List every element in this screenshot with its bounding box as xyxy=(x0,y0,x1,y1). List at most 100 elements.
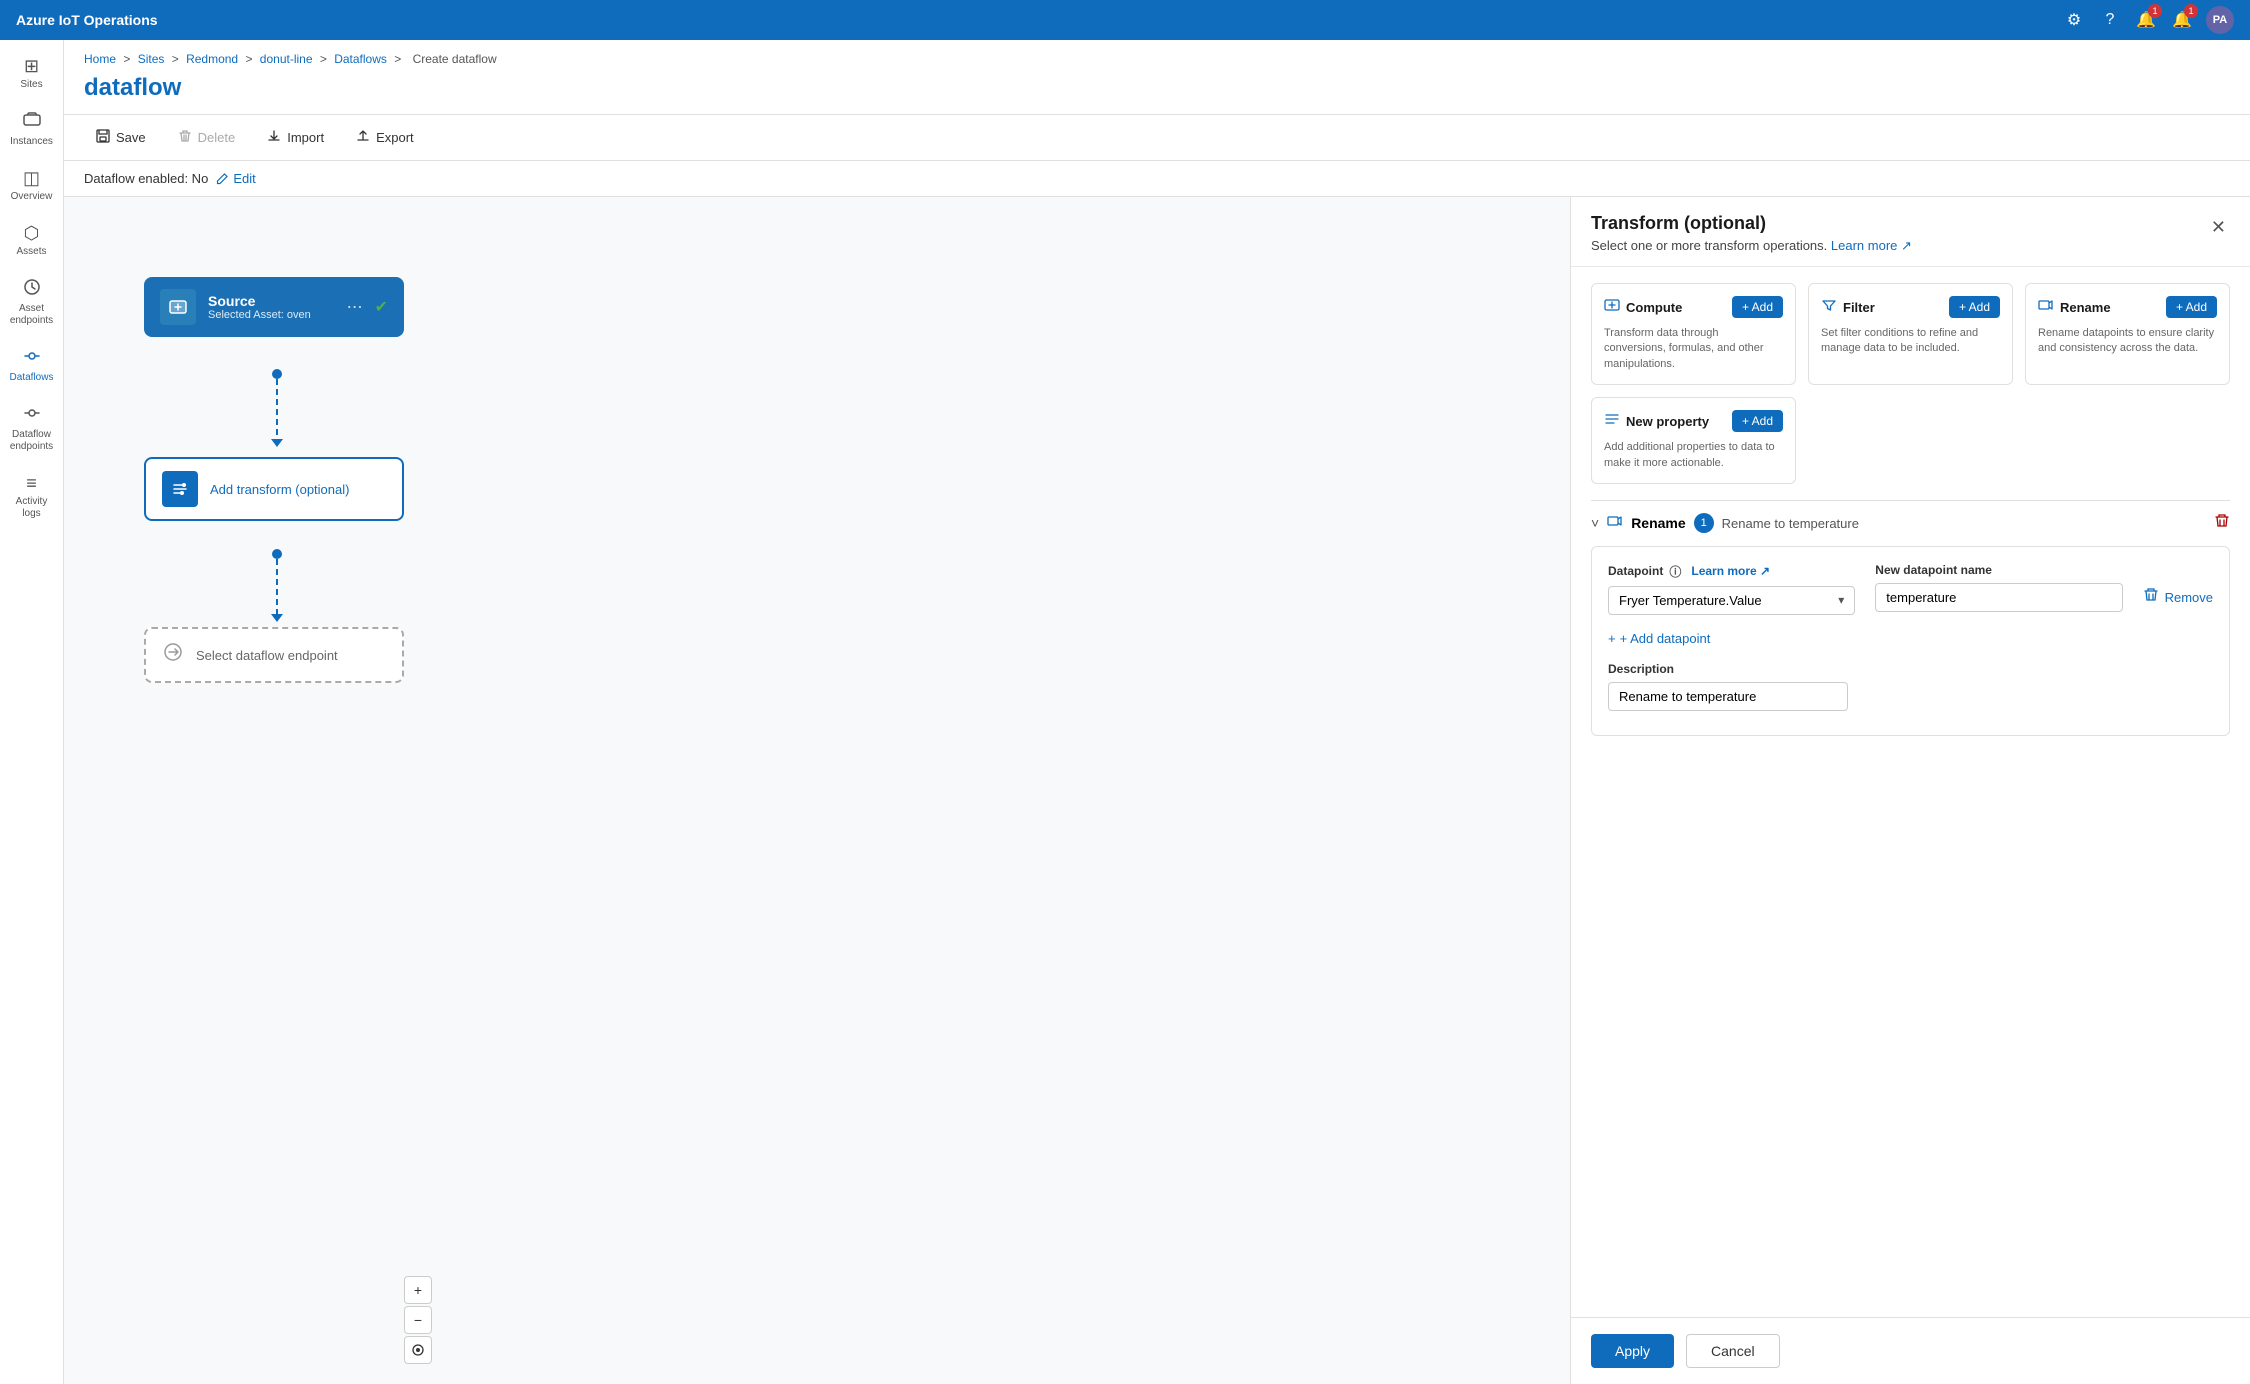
add-datapoint-button[interactable]: + + Add datapoint xyxy=(1608,631,1710,646)
breadcrumb-redmond[interactable]: Redmond xyxy=(186,52,238,66)
transform-options: Compute + Add Transform data through con… xyxy=(1571,267,2250,500)
datapoint-info-icon[interactable]: ⓘ xyxy=(1669,563,1681,580)
sidebar-item-dataflows-label: Dataflows xyxy=(10,372,54,384)
transform-node-icon xyxy=(162,471,198,507)
sidebar-item-dataflow-endpoints-label: Dataflow endpoints xyxy=(6,429,58,453)
description-field-group: Description xyxy=(1608,662,2213,711)
cancel-button[interactable]: Cancel xyxy=(1686,1334,1780,1368)
main-content: Home > Sites > Redmond > donut-line > Da… xyxy=(64,40,2250,1384)
delete-icon xyxy=(178,129,192,146)
avatar[interactable]: PA xyxy=(2206,6,2234,34)
import-button[interactable]: Import xyxy=(255,123,336,152)
transform-node[interactable]: Add transform (optional) xyxy=(144,457,404,521)
sidebar-item-overview[interactable]: ◫ Overview xyxy=(2,160,62,211)
new-property-desc: Add additional properties to data to mak… xyxy=(1604,440,1783,471)
panel-close-button[interactable]: ✕ xyxy=(2207,213,2230,242)
notification1-icon[interactable]: 🔔 1 xyxy=(2134,8,2158,32)
panel-title: Transform (optional) xyxy=(1591,213,1912,234)
top-nav: Azure IoT Operations ⚙ ? 🔔 1 🔔 1 PA xyxy=(0,0,2250,40)
datapoint-field-row: Datapoint ⓘ Learn more ↗ Fryer Temperatu… xyxy=(1608,563,2213,615)
page-header: dataflow xyxy=(64,70,2250,114)
filter-desc: Set filter conditions to refine and mana… xyxy=(1821,326,2000,357)
new-property-add-button[interactable]: + Add xyxy=(1732,410,1783,432)
apply-button[interactable]: Apply xyxy=(1591,1334,1674,1368)
filter-title-row: Filter xyxy=(1821,297,1875,318)
remove-button[interactable]: Remove xyxy=(2143,563,2213,608)
zoom-in-button[interactable]: + xyxy=(404,1276,432,1304)
connector-line1 xyxy=(276,379,278,439)
sites-icon: ⊞ xyxy=(24,56,39,77)
rename-body: Datapoint ⓘ Learn more ↗ Fryer Temperatu… xyxy=(1591,546,2230,736)
overview-icon: ◫ xyxy=(23,168,40,189)
new-name-input[interactable] xyxy=(1875,583,2122,612)
rename-card-header: Rename + Add xyxy=(2038,296,2217,318)
sidebar-item-dataflow-endpoints[interactable]: Dataflow endpoints xyxy=(2,396,62,461)
compute-add-button[interactable]: + Add xyxy=(1732,296,1783,318)
breadcrumb-donut-line[interactable]: donut-line xyxy=(260,52,313,66)
rename-delete-button[interactable] xyxy=(2214,513,2230,534)
compute-icon xyxy=(1604,297,1620,318)
flow-canvas[interactable]: Source Selected Asset: oven ⋯ ✔ xyxy=(64,197,1570,1384)
connector-line2 xyxy=(276,559,278,614)
source-node-menu[interactable]: ⋯ xyxy=(347,297,363,317)
sidebar-item-assets[interactable]: ⬡ Assets xyxy=(2,215,62,266)
new-name-label-text: New datapoint name xyxy=(1875,563,1992,577)
instances-icon xyxy=(23,111,41,134)
connector1 xyxy=(271,369,283,447)
breadcrumb-home[interactable]: Home xyxy=(84,52,116,66)
rename-section-title: Rename xyxy=(1631,515,1685,531)
source-node-content: Source Selected Asset: oven xyxy=(208,293,335,321)
filter-title: Filter xyxy=(1843,300,1875,315)
breadcrumb-dataflows[interactable]: Dataflows xyxy=(334,52,387,66)
datapoint-label-text: Datapoint xyxy=(1608,564,1663,578)
source-node-check: ✔ xyxy=(375,297,388,317)
rename-chevron-icon[interactable]: ˅ xyxy=(1591,515,1599,531)
notification2-icon[interactable]: 🔔 1 xyxy=(2170,8,2194,32)
panel-subtitle-text: Select one or more transform operations. xyxy=(1591,238,1827,253)
status-bar: Dataflow enabled: No Edit xyxy=(64,161,2250,197)
endpoint-node-title: Select dataflow endpoint xyxy=(196,648,338,663)
remove-icon xyxy=(2143,587,2159,608)
delete-button[interactable]: Delete xyxy=(166,123,248,152)
datapoint-dropdown[interactable]: Fryer Temperature.Value ▾ xyxy=(1608,586,1855,615)
connector-arrow2 xyxy=(271,614,283,622)
dataflow-endpoints-icon xyxy=(23,404,41,427)
datapoint-dropdown-value: Fryer Temperature.Value xyxy=(1619,593,1762,608)
new-name-field-group: New datapoint name xyxy=(1875,563,2122,612)
sidebar-item-sites[interactable]: ⊞ Sites xyxy=(2,48,62,99)
connector2 xyxy=(271,549,283,622)
sidebar-item-activity-logs[interactable]: ≡ Activity logs xyxy=(2,465,62,528)
new-property-icon xyxy=(1604,411,1620,432)
sidebar-item-dataflows[interactable]: Dataflows xyxy=(2,339,62,392)
rename-add-button[interactable]: + Add xyxy=(2166,296,2217,318)
fit-button[interactable] xyxy=(404,1336,432,1364)
datapoint-learn-more-link[interactable]: Learn more ↗ xyxy=(1691,564,1770,578)
notification2-badge: 1 xyxy=(2184,4,2198,18)
zoom-out-button[interactable]: − xyxy=(404,1306,432,1334)
source-node[interactable]: Source Selected Asset: oven ⋯ ✔ xyxy=(144,277,404,337)
new-property-card: New property + Add Add additional proper… xyxy=(1591,397,1796,484)
sidebar-item-asset-endpoints[interactable]: Asset endpoints xyxy=(2,270,62,335)
breadcrumb-sites[interactable]: Sites xyxy=(138,52,165,66)
sidebar-item-instances[interactable]: Instances xyxy=(2,103,62,156)
panel-learn-more-link[interactable]: Learn more ↗ xyxy=(1831,238,1912,253)
description-input[interactable] xyxy=(1608,682,1848,711)
export-button[interactable]: Export xyxy=(344,123,426,152)
dropdown-arrow-icon: ▾ xyxy=(1838,593,1844,607)
connector-dot1 xyxy=(272,369,282,379)
panel-footer: Apply Cancel xyxy=(1571,1317,2250,1384)
rename-icon xyxy=(2038,297,2054,318)
page-title: dataflow xyxy=(84,74,2230,102)
endpoint-node[interactable]: Select dataflow endpoint xyxy=(144,627,404,683)
compute-card-header: Compute + Add xyxy=(1604,296,1783,318)
rename-header: ˅ Rename 1 Rename to temperature xyxy=(1591,500,2230,546)
filter-add-button[interactable]: + Add xyxy=(1949,296,2000,318)
edit-button[interactable]: Edit xyxy=(216,171,255,186)
top-nav-icons: ⚙ ? 🔔 1 🔔 1 PA xyxy=(2062,6,2234,34)
save-button[interactable]: Save xyxy=(84,123,158,152)
description-label: Description xyxy=(1608,662,2213,676)
help-icon[interactable]: ? xyxy=(2098,8,2122,32)
settings-icon[interactable]: ⚙ xyxy=(2062,8,2086,32)
panel-header: Transform (optional) Select one or more … xyxy=(1571,197,2250,267)
new-property-title: New property xyxy=(1626,414,1709,429)
